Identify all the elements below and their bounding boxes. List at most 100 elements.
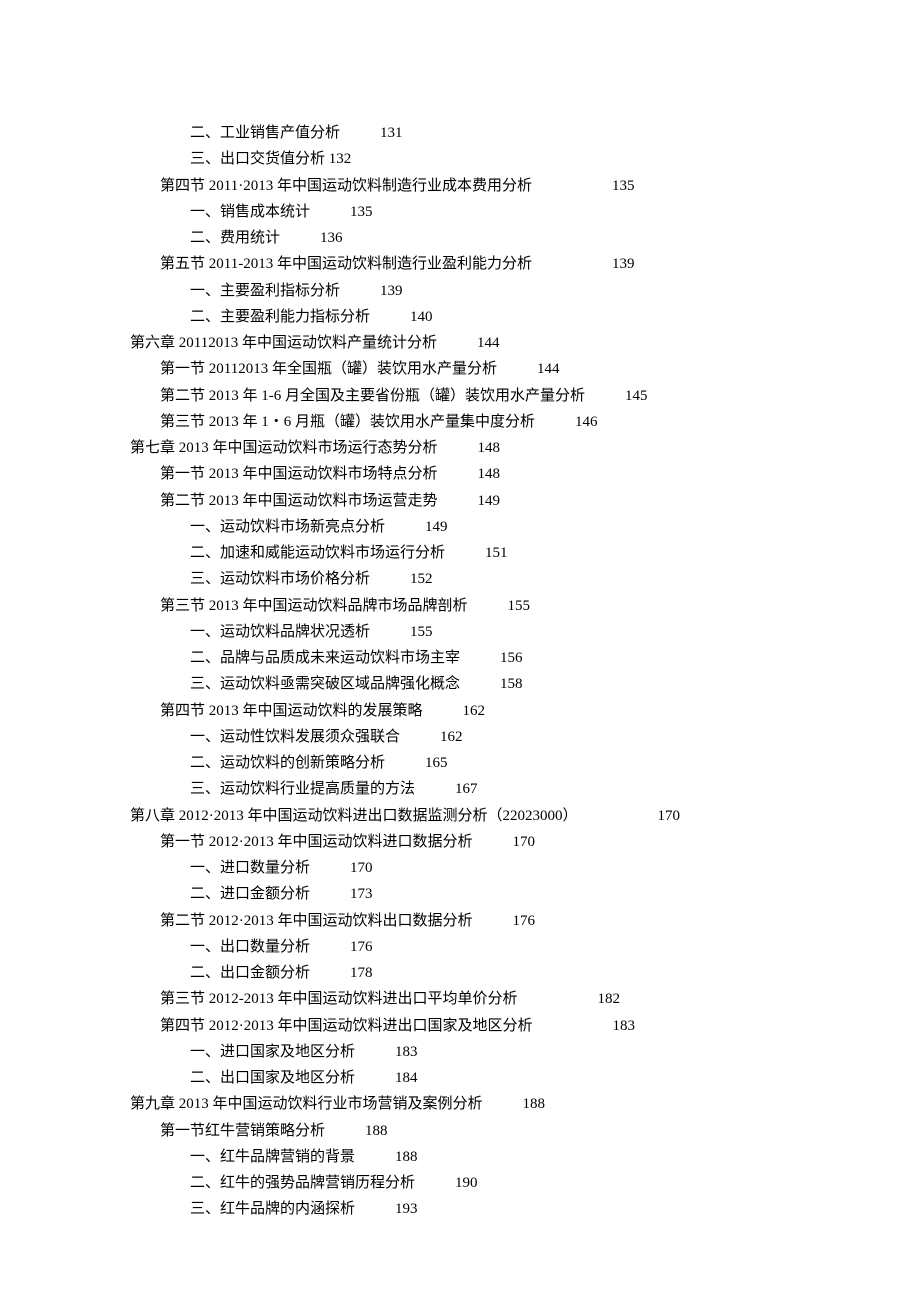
toc-gap (585, 383, 625, 409)
toc-page: 139 (380, 278, 403, 304)
toc-title: 二、费用统计 (190, 225, 280, 251)
toc-title: 一、出口数量分析 (190, 934, 310, 960)
toc-entry: 一、主要盈利指标分析 139 (130, 278, 800, 304)
toc-page: 155 (410, 619, 433, 645)
toc-gap (532, 173, 612, 199)
toc-page: 184 (395, 1065, 418, 1091)
toc-title: 第四节 2011·2013 年中国运动饮料制造行业成本费用分析 (160, 173, 532, 199)
toc-entry: 二、运动饮料的创新策略分析165 (130, 750, 800, 776)
toc-page: 178 (350, 960, 373, 986)
toc-entry: 一、出口数量分析176 (130, 934, 800, 960)
toc-title: 二、品牌与品质成未来运动饮料市场主宰 (190, 645, 460, 671)
toc-page: 144 (477, 330, 500, 356)
toc-page: 193 (395, 1196, 418, 1222)
toc-entry: 第三节 2012-2013 年中国运动饮料进出口平均单价分析182 (130, 986, 800, 1012)
toc-gap (445, 540, 485, 566)
toc-title: 第三节 2013 年 1・6 月瓶（罐）装饮用水产量集中度分析 (160, 409, 535, 435)
toc-entry: 二、品牌与品质成未来运动饮料市场主宰156 (130, 645, 800, 671)
toc-entry: 三、运动饮料市场价格分析152 (130, 566, 800, 592)
toc-title: 二、工业销售产值分析 (190, 120, 340, 146)
toc-entry: 第一节 20112013 年全国瓶（罐）装饮用水产量分析144 (130, 356, 800, 382)
toc-gap (483, 1091, 523, 1117)
toc-page: 135 (612, 173, 635, 199)
toc-title: 二、进口金额分析 (190, 881, 310, 907)
toc-title: 第八章 2012·2013 年中国运动饮料进出口数据监测分析（22023000） (130, 803, 578, 829)
toc-title: 一、运动饮料市场新亮点分析 (190, 514, 385, 540)
toc-page: 170 (350, 855, 373, 881)
toc-entry: 第四节 2011·2013 年中国运动饮料制造行业成本费用分析 135 (130, 173, 800, 199)
toc-gap (535, 409, 575, 435)
toc-page: 182 (598, 986, 621, 1012)
toc-entry: 一、运动饮料品牌状况透析 155 (130, 619, 800, 645)
toc-entry: 一、运动饮料市场新亮点分析 149 (130, 514, 800, 540)
toc-title: 二、出口国家及地区分析 (190, 1065, 355, 1091)
toc-page: 183 (395, 1039, 418, 1065)
toc-title: 一、主要盈利指标分析 (190, 278, 340, 304)
toc-gap (437, 330, 477, 356)
toc-title: 二、运动饮料的创新策略分析 (190, 750, 385, 776)
toc-gap (518, 986, 598, 1012)
toc-gap (438, 461, 478, 487)
toc-gap (325, 1118, 365, 1144)
toc-title: 三、运动饮料亟需突破区域品牌强化概念 (190, 671, 460, 697)
toc-entry: 第一节 2013 年中国运动饮料市场特点分析 148 (130, 461, 800, 487)
toc-gap (385, 514, 425, 540)
toc-gap (578, 803, 658, 829)
toc-gap (310, 199, 350, 225)
toc-gap (355, 1144, 395, 1170)
toc-entry: 第一节 2012·2013 年中国运动饮料进口数据分析170 (130, 829, 800, 855)
toc-gap (280, 225, 320, 251)
toc-page: 162 (463, 698, 486, 724)
toc-title: 二、红牛的强势品牌营销历程分析 (190, 1170, 415, 1196)
toc-title: 第六章 20112013 年中国运动饮料产量统计分析 (130, 330, 437, 356)
toc-title: 一、进口数量分析 (190, 855, 310, 881)
toc-entry: 第四节 2012·2013 年中国运动饮料进出口国家及地区分析183 (130, 1013, 800, 1039)
toc-page: 188 (523, 1091, 546, 1117)
toc-title: 第三节 2013 年中国运动饮料品牌市场品牌剖析 (160, 593, 468, 619)
toc-title: 第一节 20112013 年全国瓶（罐）装饮用水产量分析 (160, 356, 497, 382)
toc-gap (473, 908, 513, 934)
toc-gap (460, 645, 500, 671)
toc-page: 155 (508, 593, 531, 619)
toc-page: 170 (513, 829, 536, 855)
toc-entry: 二、工业销售产值分析131 (130, 120, 800, 146)
toc-gap (497, 356, 537, 382)
toc-title: 第一节红牛营销策略分析 (160, 1118, 325, 1144)
toc-gap (310, 960, 350, 986)
toc-gap (370, 566, 410, 592)
toc-gap (370, 619, 410, 645)
toc-title: 一、运动性饮料发展须众强联合 (190, 724, 400, 750)
toc-entry: 第二节 2013 年中国运动饮料市场运营走势149 (130, 488, 800, 514)
toc-entry: 二、出口国家及地区分析 184 (130, 1065, 800, 1091)
toc-entry: 第三节 2013 年 1・6 月瓶（罐）装饮用水产量集中度分析 146 (130, 409, 800, 435)
toc-gap (355, 1196, 395, 1222)
toc-entry: 第五节 2011-2013 年中国运动饮料制造行业盈利能力分析139 (130, 251, 800, 277)
toc-title: 第二节 2013 年 1-6 月全国及主要省份瓶（罐）装饮用水产量分析 (160, 383, 585, 409)
toc-title: 二、加速和威能运动饮料市场运行分析 (190, 540, 445, 566)
toc-gap (460, 671, 500, 697)
toc-page: 173 (350, 881, 373, 907)
toc-gap (415, 1170, 455, 1196)
toc-page: 136 (320, 225, 343, 251)
toc-title: 一、运动饮料品牌状况透析 (190, 619, 370, 645)
toc-entry: 第七章 2013 年中国运动饮料市场运行态势分析148 (130, 435, 800, 461)
toc-title: 三、运动饮料行业提高质量的方法 (190, 776, 415, 802)
toc-page: 148 (478, 461, 501, 487)
toc-page: 188 (395, 1144, 418, 1170)
toc-page: 149 (425, 514, 448, 540)
toc-page: 146 (575, 409, 598, 435)
toc-title: 第九章 2013 年中国运动饮料行业市场营销及案例分析 (130, 1091, 483, 1117)
toc-title: 二、主要盈利能力指标分析 (190, 304, 370, 330)
toc-title: 一、进口国家及地区分析 (190, 1039, 355, 1065)
toc-entry: 一、进口国家及地区分析 183 (130, 1039, 800, 1065)
toc-page: 183 (613, 1013, 636, 1039)
toc-gap (415, 776, 455, 802)
toc-title: 三、红牛品牌的内涵探析 (190, 1196, 355, 1222)
toc-gap (473, 829, 513, 855)
toc-page: 158 (500, 671, 523, 697)
toc-title: 第一节 2013 年中国运动饮料市场特点分析 (160, 461, 438, 487)
toc-gap (310, 934, 350, 960)
toc-entry: 一、红牛品牌营销的背景188 (130, 1144, 800, 1170)
toc-title: 二、出口金额分析 (190, 960, 310, 986)
toc-page: 162 (440, 724, 463, 750)
